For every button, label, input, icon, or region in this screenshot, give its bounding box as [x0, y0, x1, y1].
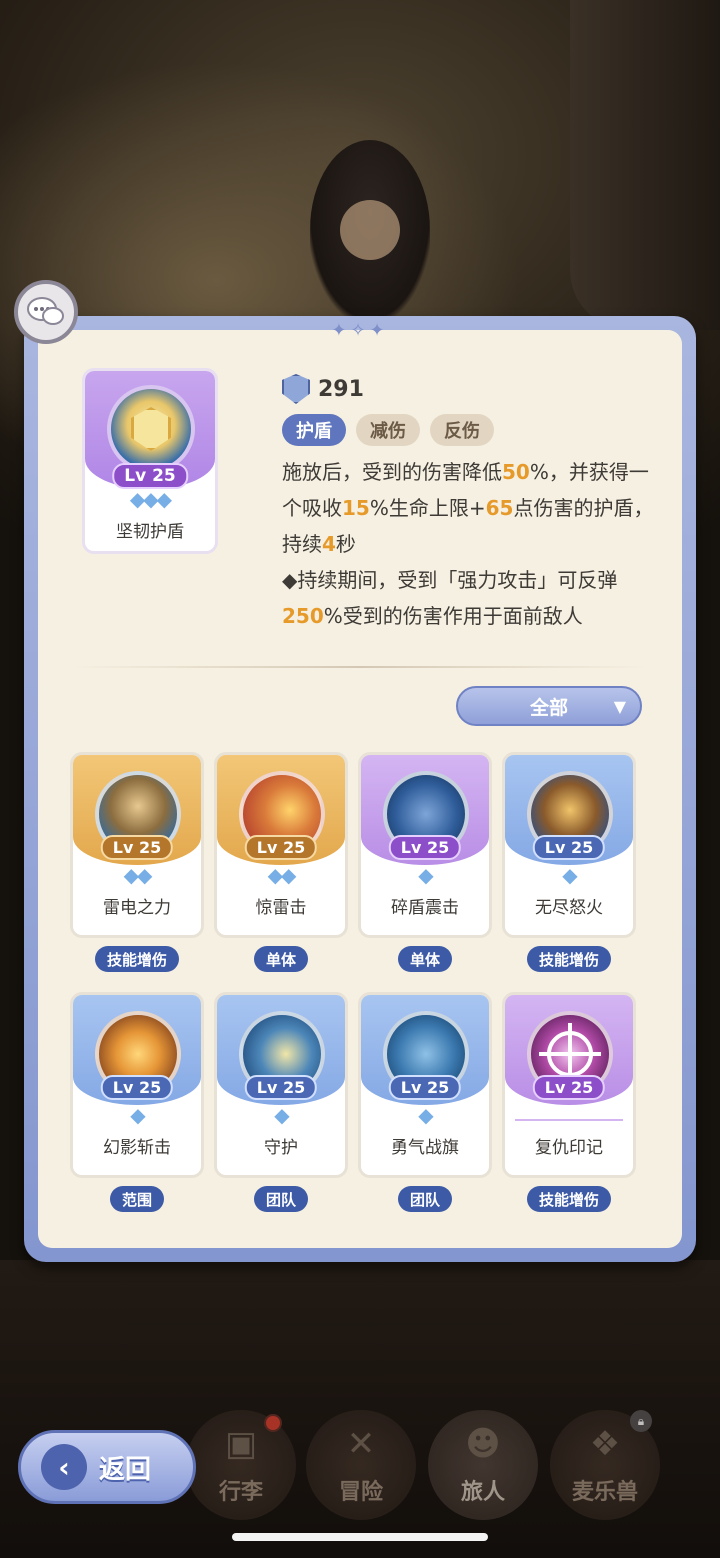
skill-card-guard[interactable]: Lv 25 ◆ 守护: [214, 992, 348, 1178]
skill-name: 复仇印记: [535, 1138, 603, 1158]
skill-star-rating: ◆◆◆: [129, 487, 172, 511]
skill-card-thunder[interactable]: Lv 25 ◆◆ 雷电之力: [70, 752, 204, 938]
skill-level-badge: Lv 25: [388, 1075, 462, 1100]
skill-name: 无尽怒火: [535, 898, 603, 918]
skill-type-tag: 范围: [109, 1186, 165, 1212]
skill-star-rating: ◆: [562, 863, 577, 887]
back-label: 返回: [99, 1454, 152, 1485]
nav-label: 行李: [218, 1480, 263, 1505]
skill-name: 守护: [264, 1138, 298, 1158]
nav-label: 冒险: [338, 1480, 383, 1505]
divider: [72, 666, 648, 668]
skill-level-badge: Lv 25: [100, 835, 174, 860]
skill-star-rating: ◆: [130, 1103, 145, 1127]
nav-luggage[interactable]: ▣ 行李: [186, 1410, 296, 1520]
nav-label: 麦乐兽: [571, 1480, 638, 1505]
skill-name: 坚韧护盾: [116, 522, 184, 542]
skill-type-tag: 团队: [397, 1186, 453, 1212]
skill-level-badge: Lv 25: [532, 835, 606, 860]
skill-level-badge: Lv 25: [244, 835, 318, 860]
skill-type-tag: 技能增伤: [526, 1186, 612, 1212]
skill-card-phantom[interactable]: Lv 25 ◆ 幻影斩击: [70, 992, 204, 1178]
skill-panel-content: ✦✧✦ Lv 25 ◆◆◆ 坚韧护盾 291 护盾 减伤 反伤 施放后，受到的伤…: [38, 320, 682, 1248]
skill-level-badge: Lv 25: [112, 463, 188, 489]
selected-skill-card[interactable]: Lv 25 ◆◆◆ 坚韧护盾: [82, 368, 218, 554]
crossed-swords-icon: ✕: [346, 1424, 376, 1464]
divider: [515, 1119, 623, 1121]
nav-adventure[interactable]: ✕ 冒险: [306, 1410, 416, 1520]
skill-description: 施放后，受到的伤害降低50%，并获得一个吸收15%生命上限+65点伤害的护盾，持…: [282, 460, 654, 628]
nav-label: 旅人: [460, 1480, 505, 1505]
skill-level-badge: Lv 25: [388, 835, 462, 860]
skill-name: 勇气战旗: [391, 1138, 459, 1158]
skill-type-tag: 单体: [397, 946, 453, 972]
skill-type-tag: 单体: [253, 946, 309, 972]
skill-tag: 护盾: [282, 414, 346, 446]
skill-star-rating: ◆: [274, 1103, 289, 1127]
skill-card-rage[interactable]: Lv 25 ◆ 无尽怒火: [502, 752, 636, 938]
skill-panel: ✦✧✦ Lv 25 ◆◆◆ 坚韧护盾 291 护盾 减伤 反伤 施放后，受到的伤…: [24, 316, 696, 1262]
dropdown-arrow-icon: ▼: [613, 696, 626, 716]
chat-bubbles-icon: [27, 297, 64, 325]
traveler-avatar-icon: ☻: [465, 1424, 501, 1464]
nav-traveler[interactable]: ☻ 旅人: [428, 1410, 538, 1520]
skill-level-badge: Lv 25: [100, 1075, 174, 1100]
shield-sword-icon: [282, 374, 310, 404]
skill-star-rating: ◆: [418, 863, 433, 887]
skill-cost-value: 291: [318, 376, 364, 402]
skill-star-rating: ◆◆: [267, 863, 297, 887]
filter-label: 全部: [529, 696, 568, 719]
nav-pet[interactable]: ❖ 🔒︎ 麦乐兽: [550, 1410, 660, 1520]
skill-card-banner[interactable]: Lv 25 ◆ 勇气战旗: [358, 992, 492, 1178]
scene-tree: [570, 0, 720, 330]
skill-name: 碎盾震击: [391, 898, 459, 918]
chat-button[interactable]: [14, 280, 78, 344]
notification-dot: [264, 1414, 282, 1432]
skill-name: 雷电之力: [103, 898, 171, 918]
pet-icon: ❖: [589, 1424, 621, 1464]
skill-type-tag: 技能增伤: [526, 946, 612, 972]
luggage-icon: ▣: [224, 1424, 258, 1464]
filter-dropdown[interactable]: 全部 ▼: [456, 686, 642, 726]
skill-cost: 291: [282, 374, 364, 404]
skill-card-shock[interactable]: Lv 25 ◆◆ 惊雷击: [214, 752, 348, 938]
golden-shield-icon: [107, 385, 195, 473]
skill-tags: 护盾 减伤 反伤: [282, 414, 494, 446]
skill-tag: 减伤: [356, 414, 420, 446]
skill-card-revenge[interactable]: Lv 25 复仇印记: [502, 992, 636, 1178]
skill-level-badge: Lv 25: [244, 1075, 318, 1100]
skill-star-rating: ◆: [418, 1103, 433, 1127]
character-face: [340, 200, 400, 260]
skill-type-tag: 团队: [253, 1186, 309, 1212]
skill-level-badge: Lv 25: [532, 1075, 606, 1100]
back-arrow-icon: ‹: [41, 1444, 87, 1490]
back-button[interactable]: ‹ 返回: [18, 1430, 196, 1504]
skill-name: 幻影斩击: [103, 1138, 171, 1158]
skill-type-tag: 技能增伤: [94, 946, 180, 972]
panel-ornament: ✦✧✦: [331, 320, 389, 341]
skill-card-shatter[interactable]: Lv 25 ◆ 碎盾震击: [358, 752, 492, 938]
skill-star-rating: ◆◆: [123, 863, 153, 887]
skill-tag: 反伤: [430, 414, 494, 446]
home-indicator[interactable]: [232, 1533, 488, 1541]
skill-name: 惊雷击: [255, 898, 307, 918]
lock-icon: 🔒︎: [630, 1410, 652, 1432]
